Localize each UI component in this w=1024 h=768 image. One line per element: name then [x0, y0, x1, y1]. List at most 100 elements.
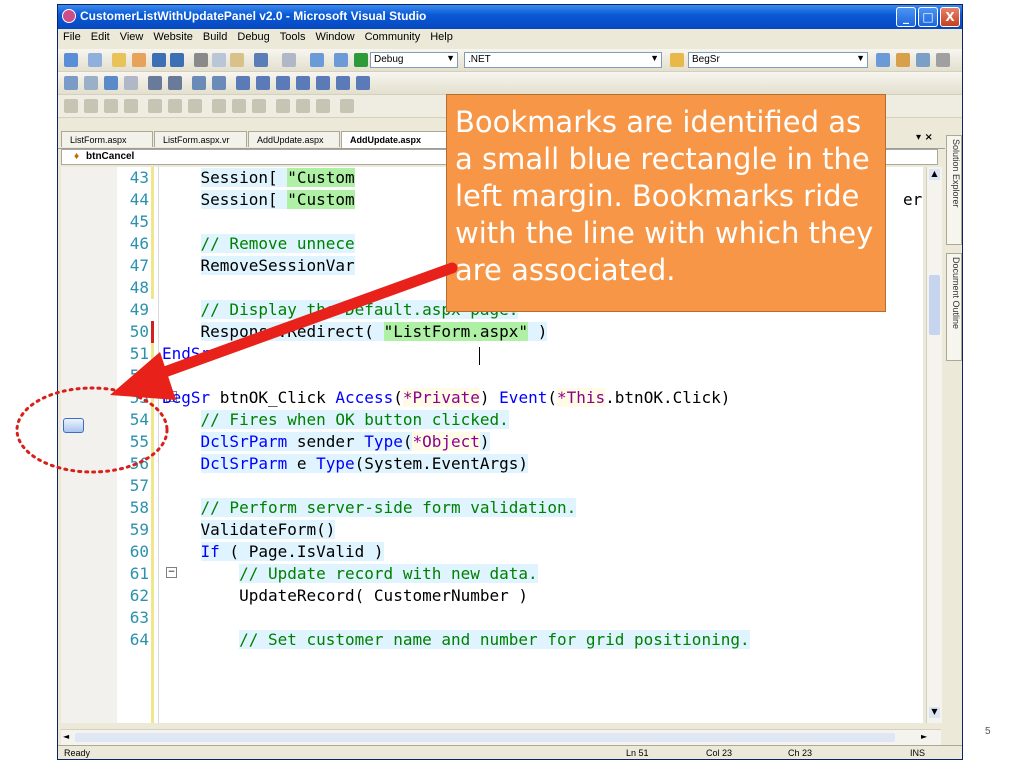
- scroll-down-icon[interactable]: ▼: [929, 707, 940, 718]
- menu-view[interactable]: View: [115, 29, 149, 43]
- toggle-bookmark-icon[interactable]: [236, 76, 250, 90]
- scroll-thumb[interactable]: [929, 275, 940, 335]
- properties-icon[interactable]: [896, 53, 910, 67]
- grid-icon[interactable]: [212, 99, 226, 113]
- align-icon[interactable]: [64, 99, 78, 113]
- horizontal-scrollbar[interactable]: ◄ ►: [61, 729, 941, 745]
- grid-icon[interactable]: [232, 99, 246, 113]
- toolbar-icon[interactable]: [84, 76, 98, 90]
- code-line[interactable]: // Fires when OK button clicked.: [162, 409, 509, 431]
- navigate-forward-icon[interactable]: [334, 53, 348, 67]
- paste-icon[interactable]: [230, 53, 244, 67]
- open-project-icon[interactable]: [132, 53, 146, 67]
- bookmark-indicator[interactable]: [63, 418, 84, 433]
- menu-edit[interactable]: Edit: [86, 29, 115, 43]
- toolbar-icon[interactable]: [104, 76, 118, 90]
- find-in-files-icon[interactable]: [670, 53, 684, 67]
- size-icon[interactable]: [168, 99, 182, 113]
- spacing-icon[interactable]: [276, 99, 290, 113]
- code-line[interactable]: DclSrParm e Type(System.EventArgs): [162, 453, 529, 475]
- title-bar[interactable]: CustomerListWithUpdatePanel v2.0 - Micro…: [58, 5, 962, 29]
- code-line[interactable]: ValidateForm(): [162, 519, 336, 541]
- toolbar-icon[interactable]: [124, 76, 138, 90]
- spacing-icon[interactable]: [296, 99, 310, 113]
- toolbox-icon[interactable]: [936, 53, 950, 67]
- save-all-icon[interactable]: [170, 53, 184, 67]
- comment-icon[interactable]: [192, 76, 206, 90]
- standard-toolbar: Debug ▼ .NET ▼ BegSr ▼: [58, 49, 962, 72]
- code-line[interactable]: // Set customer name and number for grid…: [162, 629, 750, 651]
- undo-icon[interactable]: [254, 53, 268, 67]
- menu-window[interactable]: Window: [310, 29, 359, 43]
- align-icon[interactable]: [104, 99, 118, 113]
- toolbar-icon[interactable]: [64, 76, 78, 90]
- copy-icon[interactable]: [212, 53, 226, 67]
- scroll-right-icon[interactable]: ►: [921, 732, 932, 743]
- status-ready: Ready: [64, 748, 91, 758]
- add-item-icon[interactable]: [88, 53, 102, 67]
- solution-explorer-icon[interactable]: [876, 53, 890, 67]
- minimize-button[interactable]: _: [896, 7, 916, 27]
- menu-debug[interactable]: Debug: [232, 29, 274, 43]
- menu-community[interactable]: Community: [360, 29, 426, 43]
- maximize-button[interactable]: □: [918, 7, 938, 27]
- align-icon[interactable]: [84, 99, 98, 113]
- new-project-icon[interactable]: [64, 53, 78, 67]
- decrease-indent-icon[interactable]: [148, 76, 162, 90]
- next-bookmark-icon[interactable]: [276, 76, 290, 90]
- code-line[interactable]: DclSrParm sender Type(*Object): [162, 431, 490, 453]
- menu-website[interactable]: Website: [148, 29, 198, 43]
- order-icon[interactable]: [340, 99, 354, 113]
- scroll-up-icon[interactable]: ▲: [929, 169, 940, 180]
- uncomment-icon[interactable]: [212, 76, 226, 90]
- menu-help[interactable]: Help: [425, 29, 458, 43]
- open-file-icon[interactable]: [112, 53, 126, 67]
- start-debugging-icon[interactable]: [354, 53, 368, 67]
- size-icon[interactable]: [188, 99, 202, 113]
- code-line[interactable]: RemoveSessionVar: [162, 255, 355, 277]
- line-number: 47: [129, 256, 149, 275]
- previous-bookmark-icon[interactable]: [256, 76, 270, 90]
- code-line[interactable]: If ( Page.IsValid ): [162, 541, 384, 563]
- spacing-icon[interactable]: [316, 99, 330, 113]
- menu-tools[interactable]: Tools: [275, 29, 311, 43]
- horizontal-scroll-thumb[interactable]: [75, 733, 895, 742]
- clear-bookmarks-icon[interactable]: [356, 76, 370, 90]
- previous-bookmark-in-document-icon[interactable]: [336, 76, 350, 90]
- previous-bookmark-in-folder-icon[interactable]: [296, 76, 310, 90]
- code-line[interactable]: // Remove unnece: [162, 233, 355, 255]
- solution-explorer-tab[interactable]: Solution Explorer: [946, 135, 962, 245]
- code-line[interactable]: Response.Redirect( "ListForm.aspx" ): [162, 321, 548, 343]
- tab-listform-aspx-vr[interactable]: ListForm.aspx.vr: [154, 131, 247, 147]
- next-bookmark-in-folder-icon[interactable]: [316, 76, 330, 90]
- document-outline-tab[interactable]: Document Outline: [946, 253, 962, 361]
- code-line[interactable]: BegSr btnOK_Click Access(*Private) Event…: [162, 387, 730, 409]
- tab-addupdate-aspx[interactable]: AddUpdate.aspx: [248, 131, 340, 147]
- find-combo[interactable]: BegSr ▼: [688, 52, 868, 68]
- increase-indent-icon[interactable]: [168, 76, 182, 90]
- code-line[interactable]: // Perform server-side form validation.: [162, 497, 577, 519]
- close-button[interactable]: X: [940, 7, 960, 27]
- tab-addupdate-aspx-vr-active[interactable]: AddUpdate.aspx: [341, 131, 451, 148]
- tab-listform-aspx[interactable]: ListForm.aspx: [61, 131, 153, 147]
- close-tab-icon[interactable]: ▾ ×: [916, 132, 933, 143]
- code-line[interactable]: UpdateRecord( CustomerNumber ): [162, 585, 528, 607]
- object-browser-icon[interactable]: [916, 53, 930, 67]
- code-line[interactable]: Session[ "Custom: [162, 189, 355, 211]
- menu-build[interactable]: Build: [198, 29, 232, 43]
- grid-icon[interactable]: [252, 99, 266, 113]
- code-line[interactable]: Session[ "Custom: [162, 167, 355, 189]
- scroll-left-icon[interactable]: ◄: [63, 732, 74, 743]
- platform-select[interactable]: .NET ▼: [464, 52, 662, 68]
- code-line[interactable]: EndSr: [162, 343, 210, 365]
- configuration-select[interactable]: Debug ▼: [370, 52, 458, 68]
- save-icon[interactable]: [152, 53, 166, 67]
- navigate-back-icon[interactable]: [310, 53, 324, 67]
- size-icon[interactable]: [148, 99, 162, 113]
- menu-file[interactable]: File: [58, 29, 86, 43]
- code-line[interactable]: // Update record with new data.: [162, 563, 538, 585]
- redo-icon[interactable]: [282, 53, 296, 67]
- cut-icon[interactable]: [194, 53, 208, 67]
- align-icon[interactable]: [124, 99, 138, 113]
- vertical-scrollbar[interactable]: ▲ ▼: [926, 167, 942, 723]
